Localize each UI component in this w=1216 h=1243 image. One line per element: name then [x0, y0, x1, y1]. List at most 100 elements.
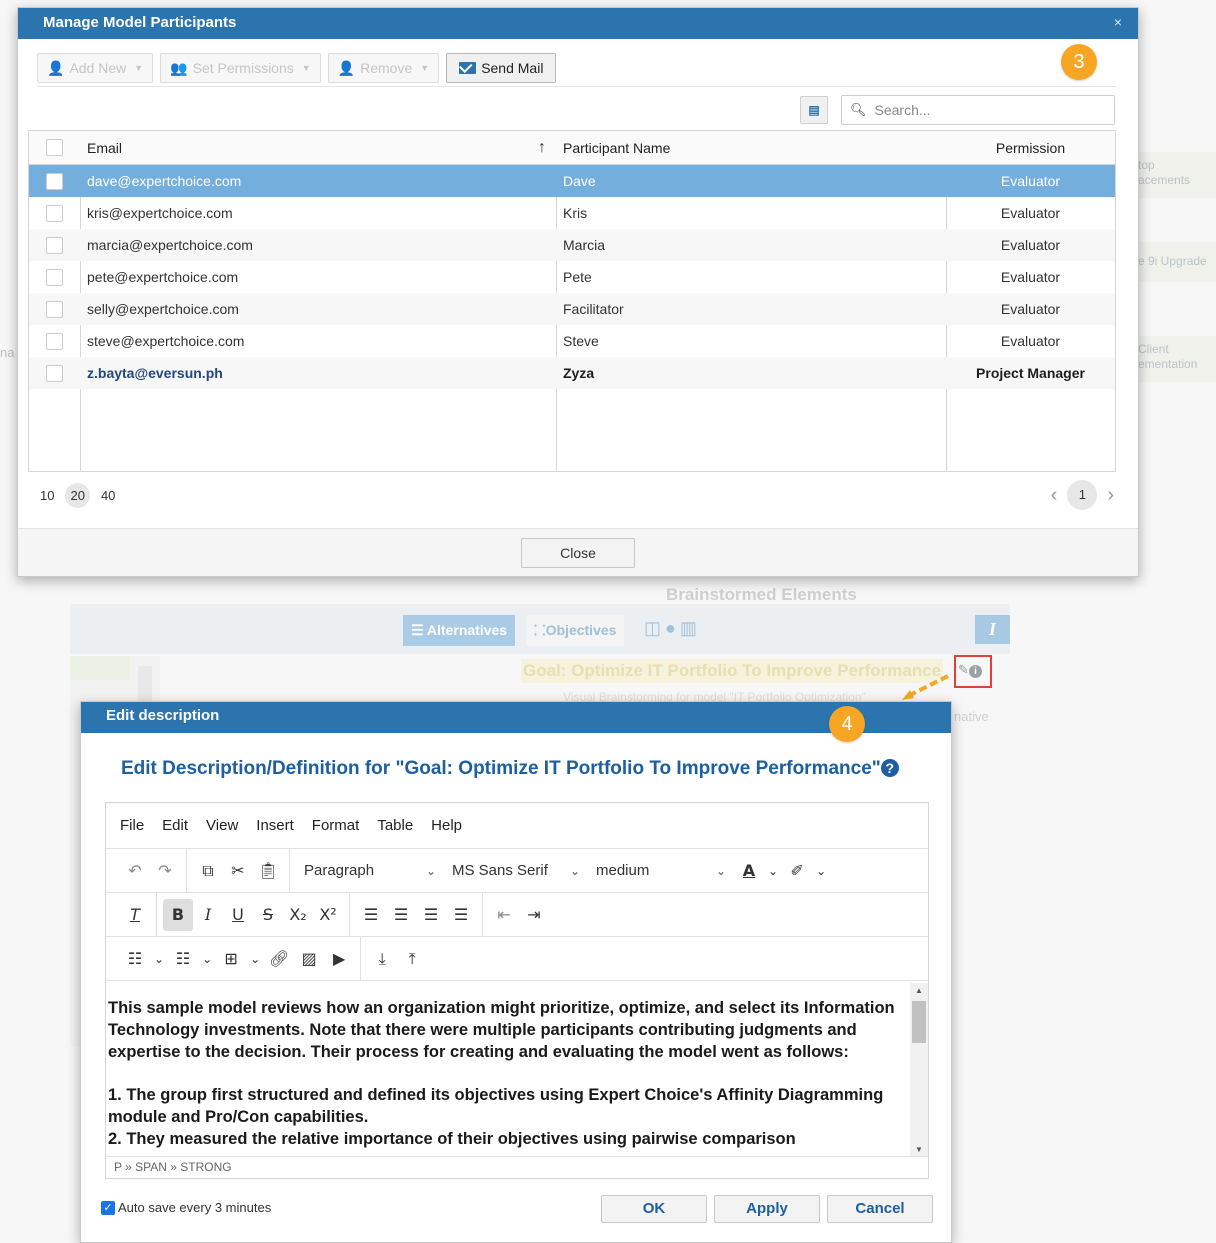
undo-icon[interactable]: ↶ — [120, 855, 150, 887]
row-checkbox[interactable] — [46, 332, 63, 350]
italic-view-button[interactable]: I — [975, 615, 1010, 644]
scroll-down-icon[interactable]: ▼ — [915, 1145, 923, 1154]
numbered-list-icon[interactable]: ☷ — [168, 943, 198, 975]
text-color-icon[interactable]: A — [734, 855, 764, 887]
search-input[interactable] — [874, 102, 1095, 118]
align-justify-icon[interactable]: ☰ — [446, 899, 476, 931]
column-header-name[interactable]: Participant Name — [556, 131, 946, 164]
editor-scrollbar[interactable]: ▲ ▼ — [910, 983, 928, 1157]
trash-icon[interactable]: ▥ — [680, 618, 701, 638]
row-checkbox[interactable] — [46, 300, 63, 318]
set-permissions-button[interactable]: 👥 Set Permissions ▼ — [160, 53, 321, 83]
chevron-down-icon[interactable]: ⌄ — [246, 943, 264, 975]
font-family-select[interactable]: MS Sans Serif ⌄ — [444, 855, 588, 887]
cancel-button[interactable]: Cancel — [827, 1195, 933, 1223]
align-right-icon[interactable]: ☰ — [416, 899, 446, 931]
cell-permission: Evaluator — [1000, 333, 1061, 349]
dialog-titlebar: Manage Model Participants × — [18, 8, 1138, 39]
highlight-color-icon[interactable]: ✐ — [782, 855, 812, 887]
editor-content[interactable]: This sample model reviews how an organiz… — [106, 983, 910, 1157]
row-checkbox[interactable] — [46, 268, 63, 286]
underline-icon[interactable]: U — [223, 899, 253, 931]
apply-button[interactable]: Apply — [714, 1195, 820, 1223]
page-size-option-active[interactable]: 20 — [65, 483, 90, 508]
info-icon[interactable]: i — [969, 665, 982, 678]
download-icon[interactable]: ⤓ — [367, 943, 397, 975]
bullet-list-icon[interactable]: ☷ — [120, 943, 150, 975]
chevron-down-icon[interactable]: ⌄ — [812, 855, 830, 887]
search-field[interactable]: 🔍︎ — [841, 95, 1115, 125]
redo-icon[interactable]: ↷ — [150, 855, 180, 887]
row-checkbox[interactable] — [46, 236, 63, 254]
menu-table[interactable]: Table — [377, 817, 413, 834]
superscript-icon[interactable]: X² — [313, 899, 343, 931]
chevron-down-icon[interactable]: ⌄ — [150, 943, 168, 975]
autosave-option[interactable]: ✓ Auto save every 3 minutes — [101, 1200, 271, 1215]
menu-insert[interactable]: Insert — [256, 817, 294, 834]
cell-permission: Evaluator — [1000, 269, 1061, 285]
indent-icon[interactable]: ⇥ — [519, 899, 549, 931]
menu-file[interactable]: File — [120, 817, 144, 834]
table-row[interactable]: pete@expertchoice.com Pete Evaluator — [29, 261, 1115, 293]
font-size-select[interactable]: medium ⌄ — [588, 855, 734, 887]
subscript-icon[interactable]: X₂ — [283, 899, 313, 931]
italic-icon[interactable]: I — [193, 899, 223, 931]
copy-icon[interactable]: ⧉ — [193, 855, 223, 887]
table-row[interactable]: steve@expertchoice.com Steve Evaluator — [29, 325, 1115, 357]
chevron-right-icon[interactable]: › — [1107, 484, 1114, 507]
scroll-thumb[interactable] — [912, 1001, 926, 1043]
outdent-icon[interactable]: ⇤ — [489, 899, 519, 931]
table-row[interactable]: z.bayta@eversun.ph Zyza Project Manager — [29, 357, 1115, 389]
row-checkbox[interactable] — [46, 204, 63, 222]
row-checkbox[interactable] — [46, 172, 63, 190]
tab-alternatives[interactable]: ☰ Alternatives — [403, 615, 516, 646]
remove-button[interactable]: 👤 Remove ▼ — [327, 53, 440, 83]
ok-button[interactable]: OK — [601, 1195, 707, 1223]
columns-icon[interactable]: ◫ — [644, 618, 665, 638]
close-icon[interactable]: × — [1114, 8, 1122, 37]
bold-icon[interactable]: B — [163, 898, 193, 931]
select-all-checkbox[interactable] — [46, 139, 63, 156]
chevron-down-icon: ▼ — [420, 63, 430, 73]
export-button[interactable]: ▤ — [800, 96, 828, 124]
table-row[interactable]: marcia@expertchoice.com Marcia Evaluator — [29, 229, 1115, 261]
table-row[interactable]: kris@expertchoice.com Kris Evaluator — [29, 197, 1115, 229]
table-row[interactable]: dave@expertchoice.com Dave Evaluator — [29, 165, 1115, 197]
info-icon[interactable]: ● — [665, 618, 680, 638]
page-size-option[interactable]: 10 — [35, 483, 59, 508]
row-checkbox[interactable] — [46, 364, 63, 382]
chevron-down-icon[interactable]: ⌄ — [198, 943, 216, 975]
autosave-checkbox[interactable]: ✓ — [101, 1200, 115, 1215]
block-format-select[interactable]: Paragraph ⌄ — [296, 855, 444, 887]
clear-format-icon[interactable]: T — [120, 899, 150, 931]
close-button[interactable]: Close — [521, 538, 635, 568]
chevron-left-icon[interactable]: ‹ — [1051, 484, 1058, 507]
scroll-up-icon[interactable]: ▲ — [915, 986, 923, 995]
strikethrough-icon[interactable]: S — [253, 899, 283, 931]
table-icon[interactable]: ⊞ — [216, 943, 246, 975]
align-center-icon[interactable]: ☰ — [386, 899, 416, 931]
tab-objectives[interactable]: ⸬Objectives — [526, 615, 625, 646]
align-left-icon[interactable]: ☰ — [356, 899, 386, 931]
column-header-email[interactable]: Email ↑ — [80, 131, 556, 164]
menu-format[interactable]: Format — [312, 817, 360, 834]
add-new-button[interactable]: 👤 Add New ▼ — [37, 53, 154, 83]
pencil-icon[interactable]: ✎ — [958, 662, 969, 678]
menu-help[interactable]: Help — [431, 817, 462, 834]
send-mail-button[interactable]: Send Mail — [446, 53, 557, 83]
media-icon[interactable]: ▶ — [324, 943, 354, 975]
menu-view[interactable]: View — [206, 817, 238, 834]
current-page[interactable]: 1 — [1067, 480, 1098, 510]
page-size-option[interactable]: 40 — [96, 483, 120, 508]
cut-icon[interactable]: ✂ — [223, 855, 253, 887]
column-header-permission[interactable]: Permission — [946, 131, 1115, 164]
table-row[interactable]: selly@expertchoice.com Facilitator Evalu… — [29, 293, 1115, 325]
goal-node[interactable]: Goal: Optimize IT Portfolio To Improve P… — [521, 659, 944, 683]
chevron-down-icon[interactable]: ⌄ — [764, 855, 782, 887]
link-icon[interactable]: 🔗︎ — [264, 943, 294, 975]
help-icon[interactable]: ? — [880, 759, 899, 777]
upload-icon[interactable]: ⤒ — [397, 943, 427, 975]
paste-icon[interactable]: 📋︎ — [253, 855, 283, 887]
menu-edit[interactable]: Edit — [162, 817, 188, 834]
image-icon[interactable]: ▨ — [294, 943, 324, 975]
